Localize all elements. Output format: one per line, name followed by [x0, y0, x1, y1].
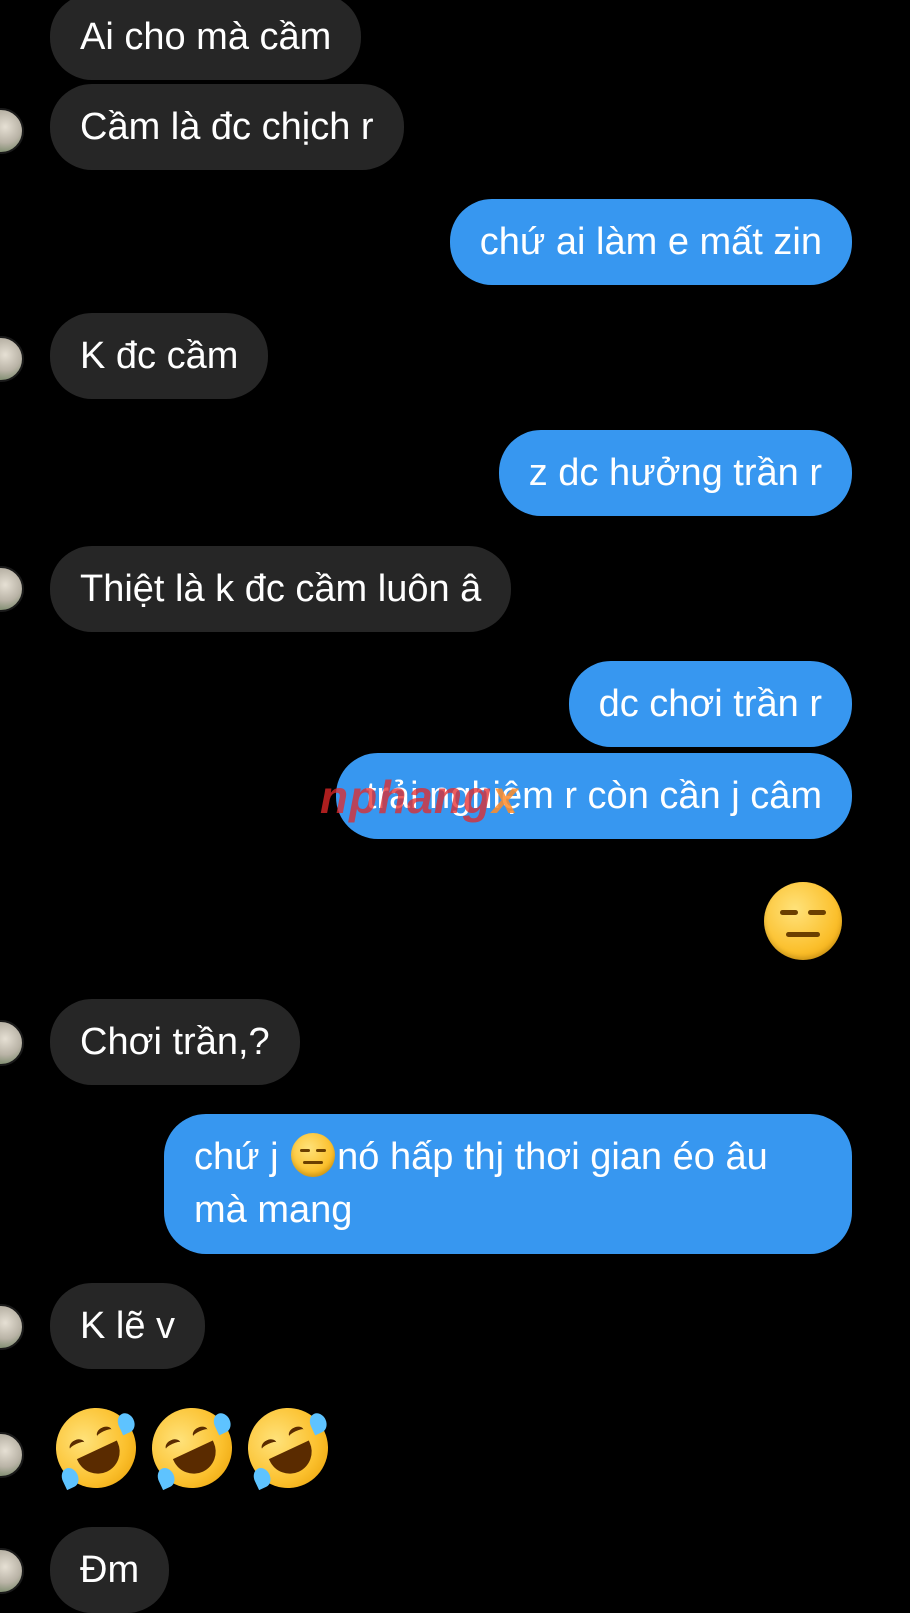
avatar[interactable]: [0, 566, 24, 612]
message-text: Chơi trần,?: [80, 1021, 270, 1063]
avatar[interactable]: [0, 336, 24, 382]
rofl-icon: [138, 1394, 246, 1502]
expressionless-face-icon[interactable]: [764, 882, 842, 960]
message-text: chứ ai làm e mất zin: [479, 221, 822, 263]
message-outgoing[interactable]: chứ ai làm e mất zin: [449, 199, 852, 285]
message-text: dc chơi trần r: [598, 683, 822, 725]
message-text: K lẽ v: [80, 1305, 176, 1347]
message-outgoing[interactable]: z dc hưởng trần r: [498, 430, 852, 516]
message-text: chứ j: [194, 1136, 279, 1178]
message-incoming[interactable]: Chơi trần,?: [50, 999, 300, 1085]
message-incoming[interactable]: K lẽ v: [50, 1283, 206, 1369]
chat-thread: Ai cho mà cầm Cầm là đc chịch r chứ ai l…: [0, 0, 910, 1613]
avatar[interactable]: [0, 108, 24, 154]
message-incoming[interactable]: Đm: [50, 1527, 170, 1613]
message-outgoing[interactable]: trải nghiệm r còn cần j câm: [335, 753, 852, 839]
message-incoming[interactable]: Thiệt là k đc cầm luôn â: [50, 546, 512, 632]
message-text: z dc hưởng trần r: [528, 452, 822, 494]
avatar[interactable]: [0, 1432, 24, 1478]
message-incoming[interactable]: K đc cầm: [50, 313, 269, 399]
message-text: Thiệt là k đc cầm luôn â: [80, 568, 482, 610]
message-text: trải nghiệm r còn cần j câm: [365, 775, 822, 817]
message-text: Cầm là đc chịch r: [80, 106, 374, 148]
expressionless-face-icon: [291, 1133, 336, 1177]
rofl-icon: [234, 1394, 342, 1502]
message-text: K đc cầm: [80, 335, 239, 377]
avatar[interactable]: [0, 1304, 24, 1350]
rofl-icon: [42, 1394, 150, 1502]
message-incoming[interactable]: Ai cho mà cầm: [50, 0, 362, 80]
message-outgoing[interactable]: chứ j nó hấp thj thơi gian éo âu mà mang: [164, 1114, 852, 1254]
avatar[interactable]: [0, 1020, 24, 1066]
message-text: Đm: [80, 1549, 140, 1591]
avatar[interactable]: [0, 1548, 24, 1594]
message-outgoing[interactable]: dc chơi trần r: [568, 661, 852, 747]
message-text: Ai cho mà cầm: [80, 16, 332, 58]
message-text: nó hấp thj thơi gian éo âu mà mang: [194, 1136, 768, 1231]
message-incoming[interactable]: Cầm là đc chịch r: [50, 84, 404, 170]
emoji-message[interactable]: [42, 1394, 342, 1502]
